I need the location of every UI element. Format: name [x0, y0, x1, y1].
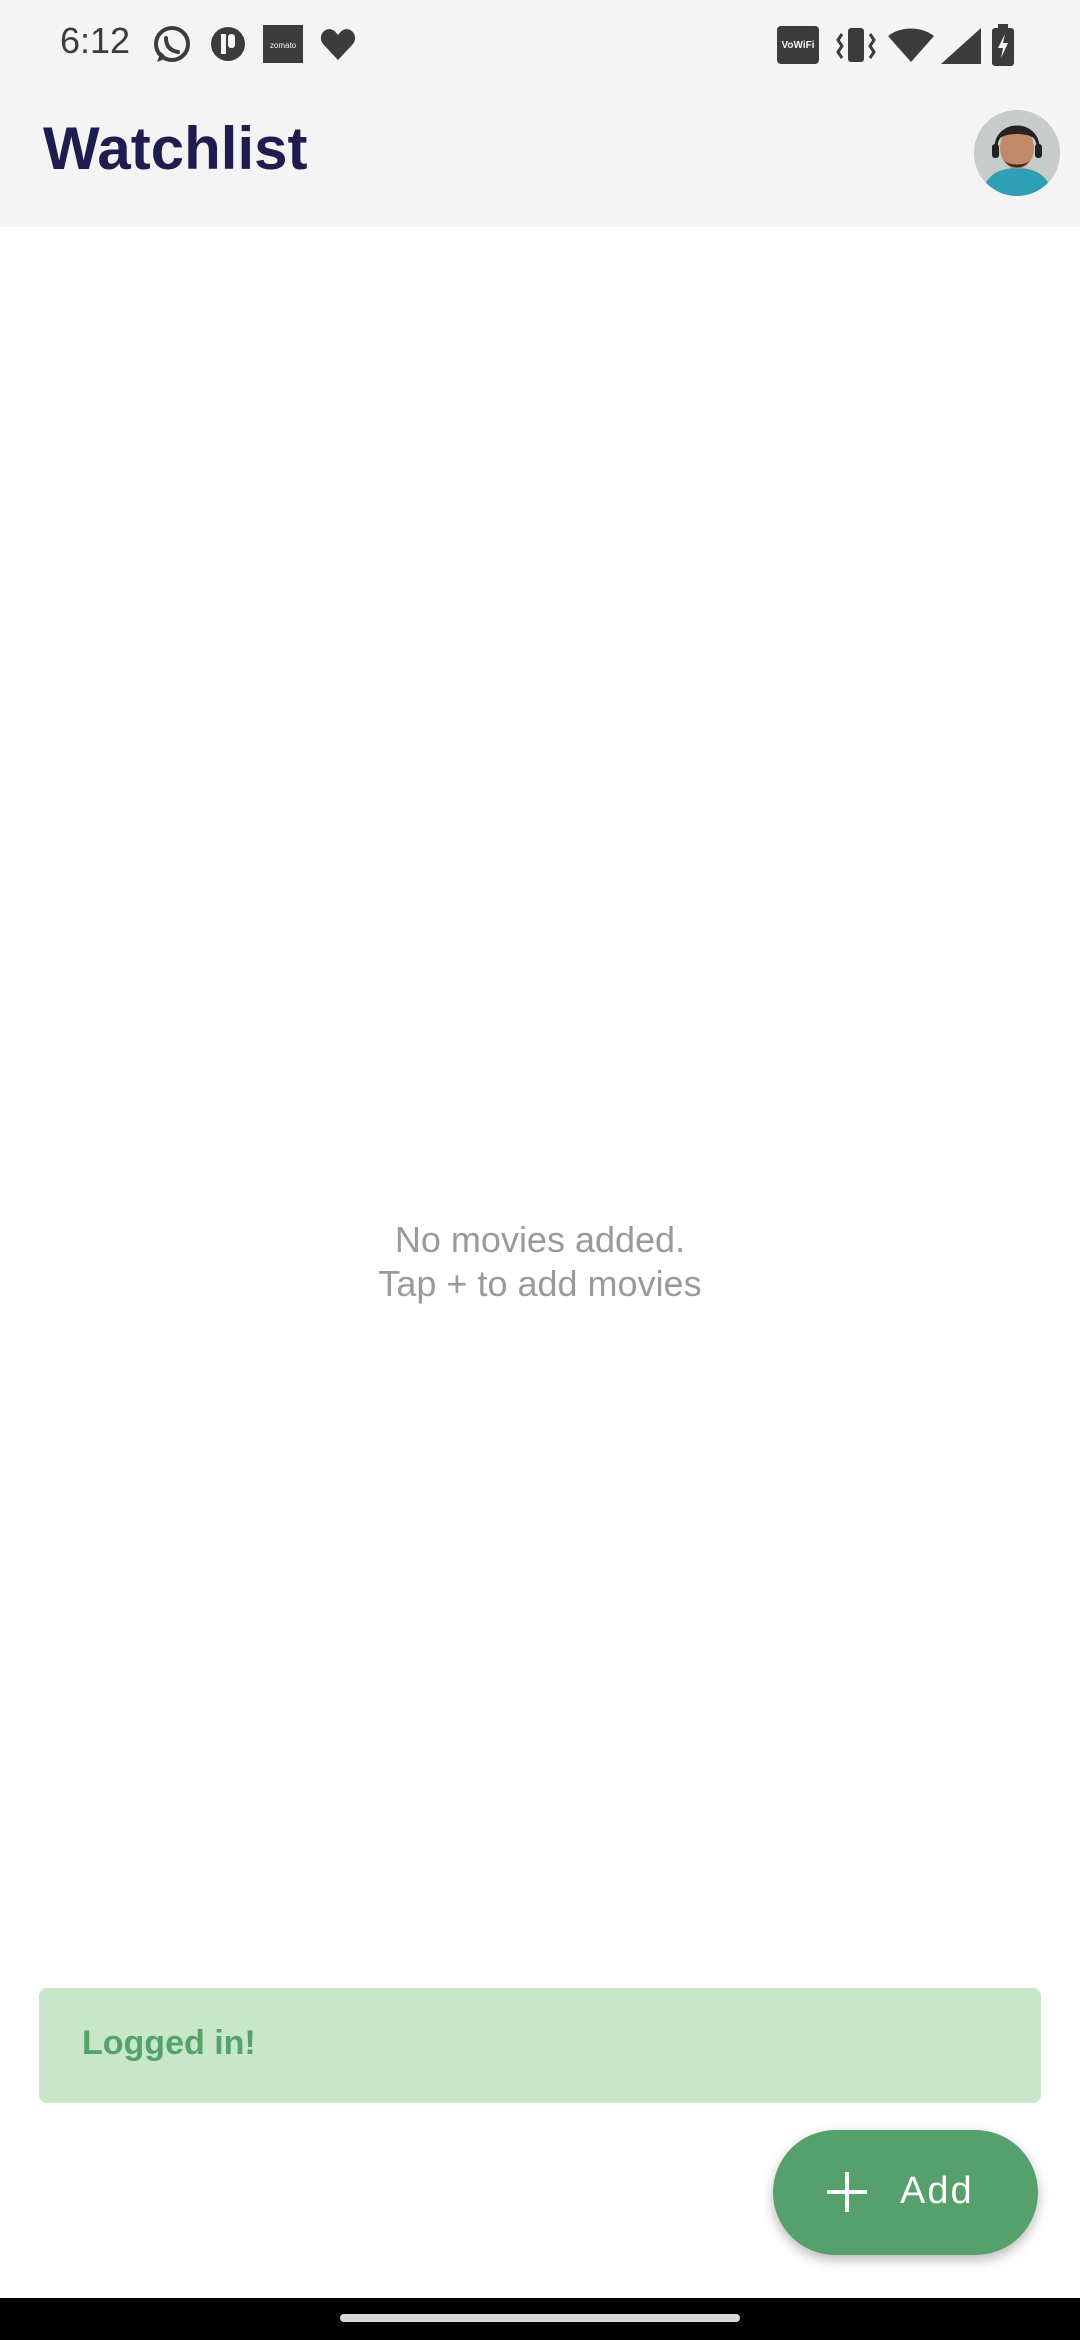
- page-title: Watchlist: [43, 115, 308, 182]
- profile-avatar[interactable]: [974, 110, 1060, 196]
- zomato-icon: zomato: [263, 25, 303, 68]
- svg-text:zomato: zomato: [270, 41, 297, 50]
- app-bar: Watchlist: [0, 90, 1080, 227]
- heart-icon: [319, 26, 357, 67]
- plus-icon: [825, 2170, 869, 2219]
- whatsapp-icon: [151, 24, 193, 71]
- snackbar-message: Logged in!: [82, 2024, 256, 2062]
- empty-state-line1: No movies added.: [394, 1219, 686, 1260]
- empty-state-message: No movies added. Tap + to add movies: [0, 1218, 1080, 1306]
- add-button-label: Add: [900, 2170, 974, 2212]
- vowifi-icon: VoWiFi: [777, 26, 819, 69]
- battery-charging-icon: [991, 24, 1015, 71]
- notification-app-icon: [208, 24, 248, 69]
- vibrate-icon: [836, 26, 876, 69]
- status-time: 6:12: [60, 20, 131, 61]
- home-indicator[interactable]: [340, 2314, 740, 2322]
- empty-state-line2: Tap + to add movies: [378, 1263, 702, 1304]
- add-movie-button[interactable]: Add: [773, 2130, 1038, 2255]
- cell-signal-icon: [941, 28, 981, 69]
- system-nav-bar: [0, 2298, 1080, 2340]
- wifi-icon: [888, 28, 934, 69]
- snackbar: Logged in!: [39, 1988, 1041, 2103]
- status-bar: 6:12 zomato VoWiFi: [0, 0, 1080, 90]
- svg-text:VoWiFi: VoWiFi: [781, 40, 814, 51]
